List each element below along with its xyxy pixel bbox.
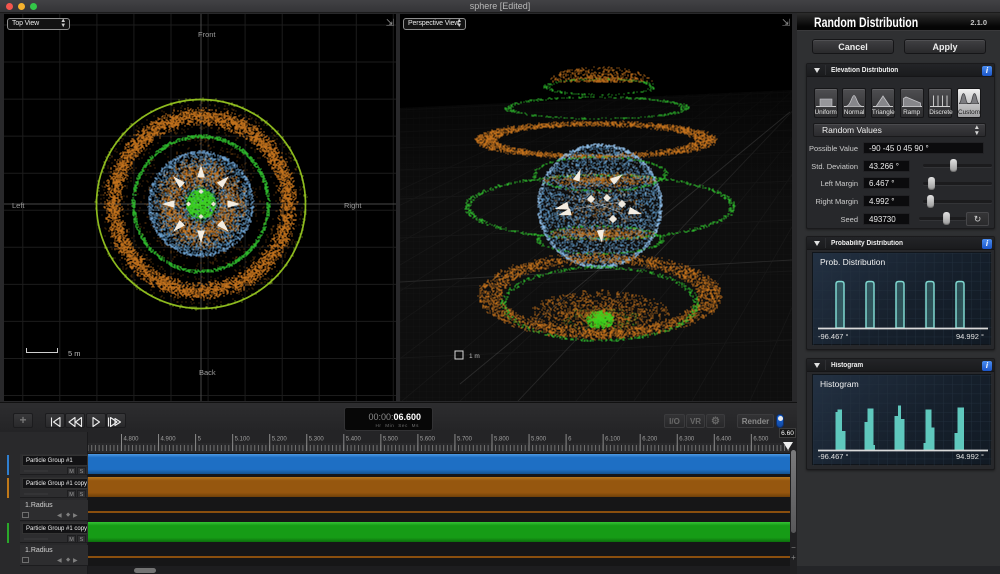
svg-text:4.800: 4.800 [124, 437, 140, 443]
svg-text:5.200: 5.200 [272, 437, 288, 443]
svg-text:6.300: 6.300 [679, 437, 695, 443]
svg-text:5.700: 5.700 [457, 437, 473, 443]
svg-text:Left: Left [12, 201, 25, 210]
svg-text:5.900: 5.900 [531, 437, 547, 443]
svg-text:5.500: 5.500 [383, 437, 399, 443]
svg-text:6.100: 6.100 [605, 437, 621, 443]
svg-text:4.900: 4.900 [161, 437, 177, 443]
svg-text:5.400: 5.400 [346, 437, 362, 443]
svg-text:5 m: 5 m [68, 349, 81, 358]
svg-text:5.300: 5.300 [309, 437, 325, 443]
svg-text:1 m: 1 m [469, 353, 480, 360]
svg-text:Back: Back [199, 368, 216, 377]
svg-text:5.100: 5.100 [235, 437, 251, 443]
svg-text:5.800: 5.800 [494, 437, 510, 443]
svg-text:6.400: 6.400 [716, 437, 732, 443]
svg-text:Right: Right [344, 201, 362, 210]
svg-text:6.500: 6.500 [753, 437, 769, 443]
svg-text:Front: Front [198, 30, 216, 39]
svg-text:6.200: 6.200 [642, 437, 658, 443]
svg-text:5.600: 5.600 [420, 437, 436, 443]
